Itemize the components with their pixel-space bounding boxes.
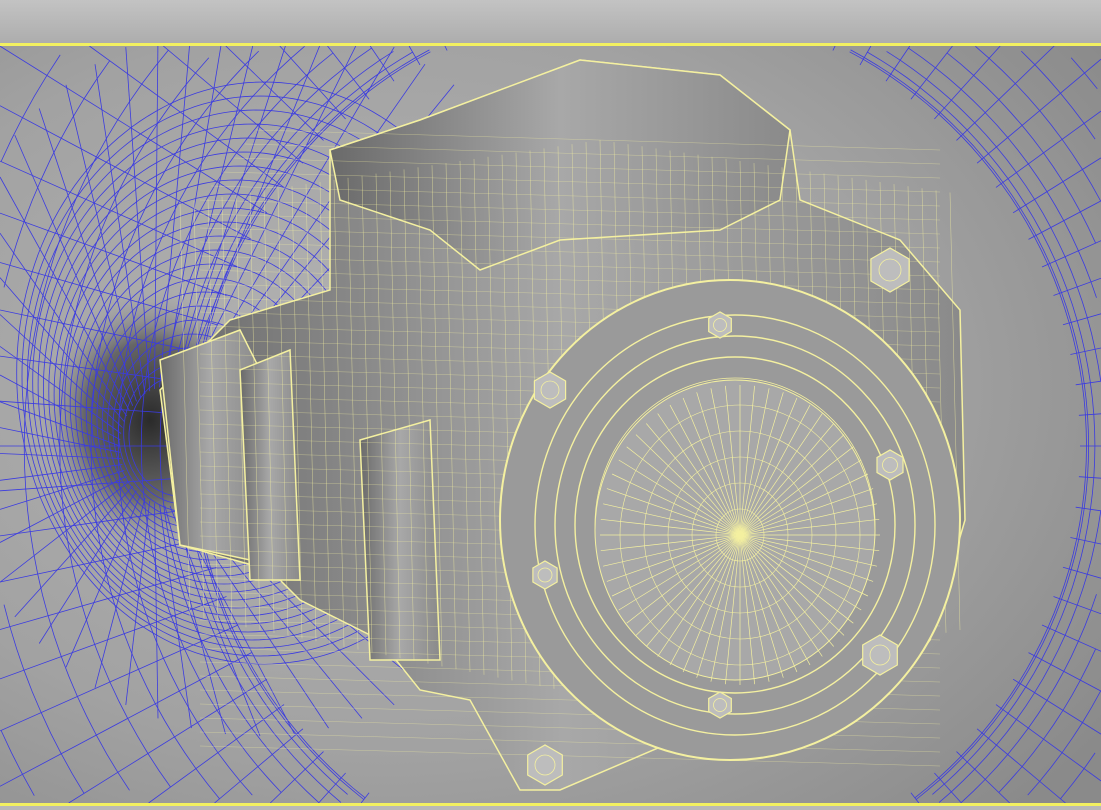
viewport-footer [0, 806, 1101, 810]
wireframe-scene [0, 46, 1101, 803]
3d-viewport[interactable] [0, 46, 1101, 803]
center-rib [359, 419, 441, 661]
hex-bolt-icon [708, 691, 732, 719]
viewport-header-bar [0, 0, 1101, 43]
hex-bolt-icon [708, 311, 732, 339]
